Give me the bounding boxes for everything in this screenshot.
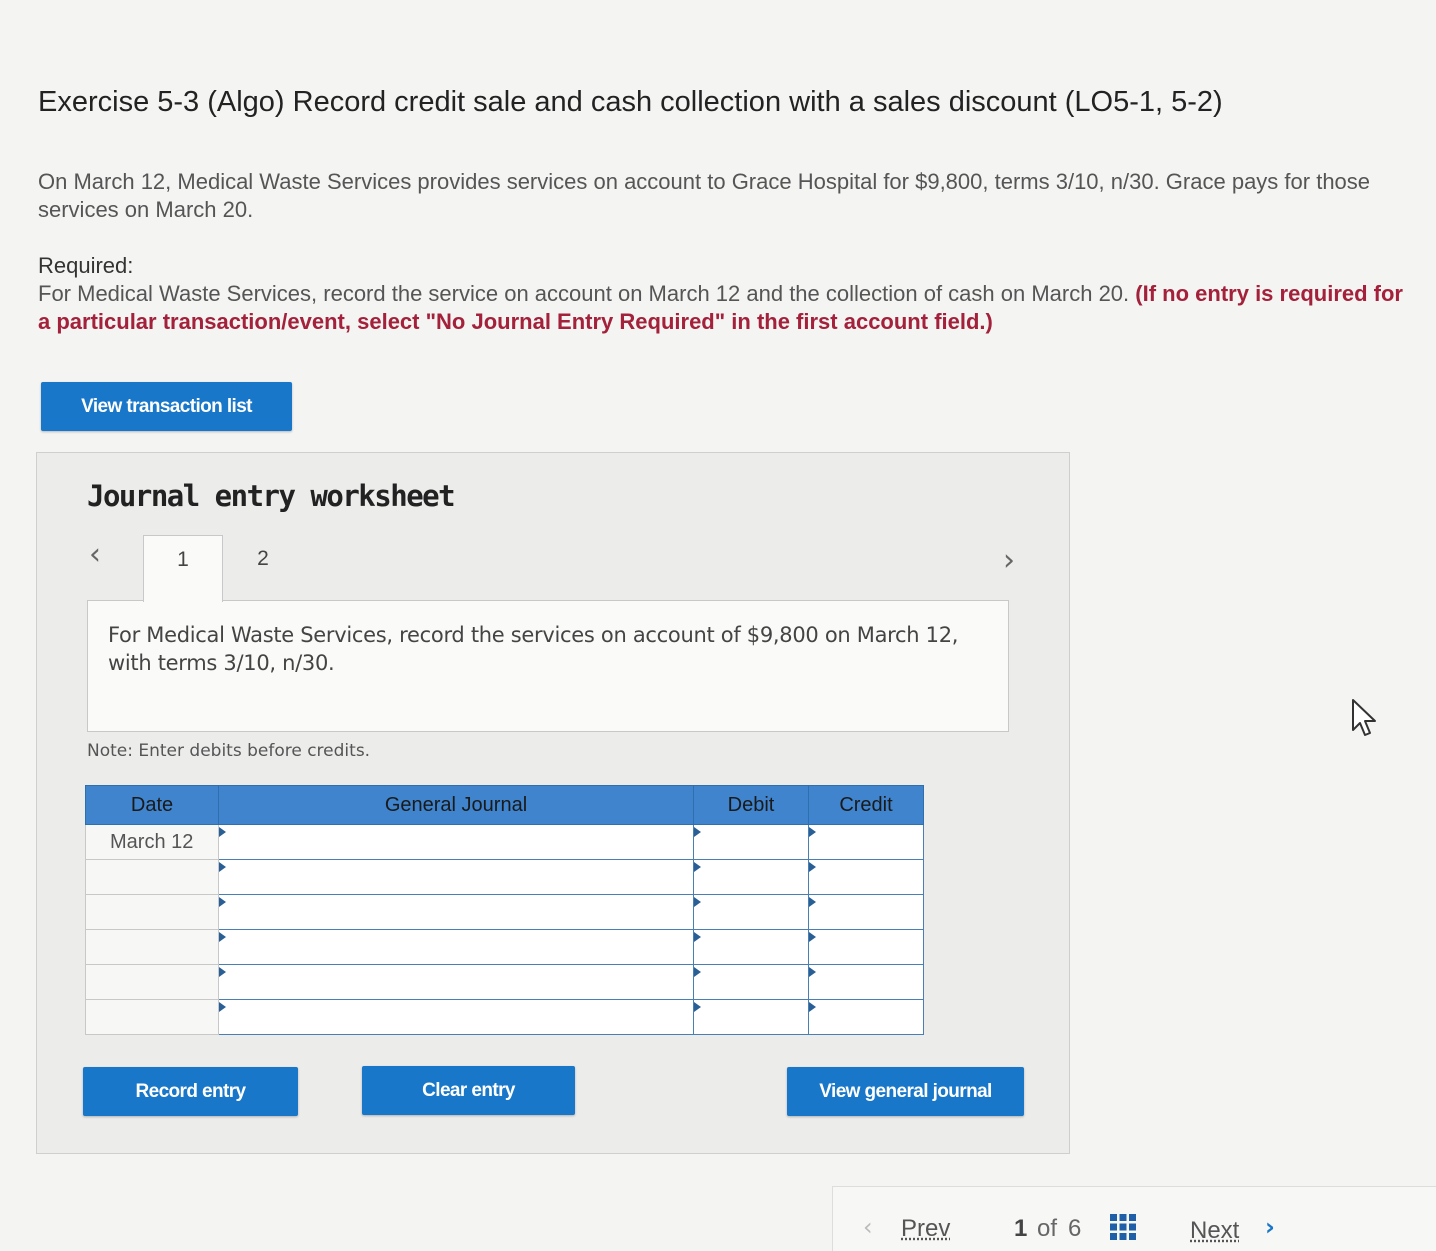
debit-field[interactable]	[693, 894, 809, 930]
current-page: 1	[1014, 1215, 1028, 1242]
credit-field[interactable]	[808, 929, 924, 965]
account-field[interactable]	[218, 894, 694, 930]
required-text: For Medical Waste Services, record the s…	[38, 281, 1130, 306]
credit-field[interactable]	[808, 894, 924, 930]
credit-field[interactable]	[808, 999, 924, 1035]
exercise-title: Exercise 5-3 (Algo) Record credit sale a…	[38, 86, 1223, 118]
chevron-left-icon[interactable]: ‹	[863, 1213, 873, 1241]
row-date	[85, 999, 219, 1035]
header-debit: Debit	[693, 785, 809, 825]
row-date	[85, 964, 219, 1000]
account-field[interactable]	[218, 999, 694, 1035]
credit-field[interactable]	[808, 964, 924, 1000]
row-date	[85, 894, 219, 930]
journal-entry-worksheet: Journal entry worksheet ‹ 1 2 › For Medi…	[36, 452, 1070, 1154]
table-row	[85, 894, 924, 930]
note-text: Note: Enter debits before credits.	[87, 741, 371, 761]
account-field[interactable]	[218, 859, 694, 895]
required-section: Required: For Medical Waste Services, re…	[38, 252, 1418, 336]
grid-icon[interactable]	[1109, 1213, 1137, 1241]
view-transaction-list-button[interactable]: View transaction list	[41, 382, 292, 431]
exercise-prompt: On March 12, Medical Waste Services prov…	[38, 169, 1371, 222]
debit-field[interactable]	[693, 964, 809, 1000]
row-date	[85, 929, 219, 965]
debit-field[interactable]	[693, 859, 809, 895]
table-row: March 12	[85, 824, 924, 860]
chevron-left-icon[interactable]: ‹	[89, 537, 101, 572]
table-row	[85, 999, 924, 1035]
account-field[interactable]	[218, 929, 694, 965]
tab-1[interactable]: 1	[143, 535, 223, 602]
record-entry-button[interactable]: Record entry	[83, 1067, 298, 1116]
instruction-box: For Medical Waste Services, record the s…	[87, 600, 1009, 732]
table-row	[85, 929, 924, 965]
table-row	[85, 859, 924, 895]
chevron-right-icon[interactable]: ›	[1003, 543, 1015, 578]
row-date: March 12	[85, 824, 219, 860]
row-date	[85, 859, 219, 895]
page-of-label: of	[1037, 1215, 1058, 1242]
header-credit: Credit	[808, 785, 924, 825]
mouse-pointer-icon	[1352, 699, 1376, 736]
chevron-right-icon[interactable]: ›	[1265, 1213, 1275, 1241]
header-date: Date	[85, 785, 219, 825]
table-header-row: Date General Journal Debit Credit	[85, 785, 924, 825]
credit-field[interactable]	[808, 859, 924, 895]
view-general-journal-button[interactable]: View general journal	[787, 1067, 1024, 1116]
prev-link[interactable]: Prev	[901, 1215, 950, 1243]
total-pages: 6	[1068, 1215, 1082, 1242]
credit-field[interactable]	[808, 824, 924, 860]
account-field[interactable]	[218, 824, 694, 860]
debit-field[interactable]	[693, 824, 809, 860]
header-general-journal: General Journal	[218, 785, 694, 825]
clear-entry-button[interactable]: Clear entry	[362, 1066, 575, 1115]
tab-2[interactable]: 2	[223, 535, 303, 601]
debit-field[interactable]	[693, 999, 809, 1035]
table-row	[85, 964, 924, 1000]
account-field[interactable]	[218, 964, 694, 1000]
next-link[interactable]: Next	[1190, 1217, 1239, 1245]
debit-field[interactable]	[693, 929, 809, 965]
pagination-bar: ‹ Prev 1 of 6 Next ›	[832, 1186, 1436, 1251]
required-label: Required:	[38, 253, 134, 278]
journal-table: Date General Journal Debit Credit March …	[85, 785, 924, 1035]
worksheet-title: Journal entry worksheet	[87, 479, 456, 513]
